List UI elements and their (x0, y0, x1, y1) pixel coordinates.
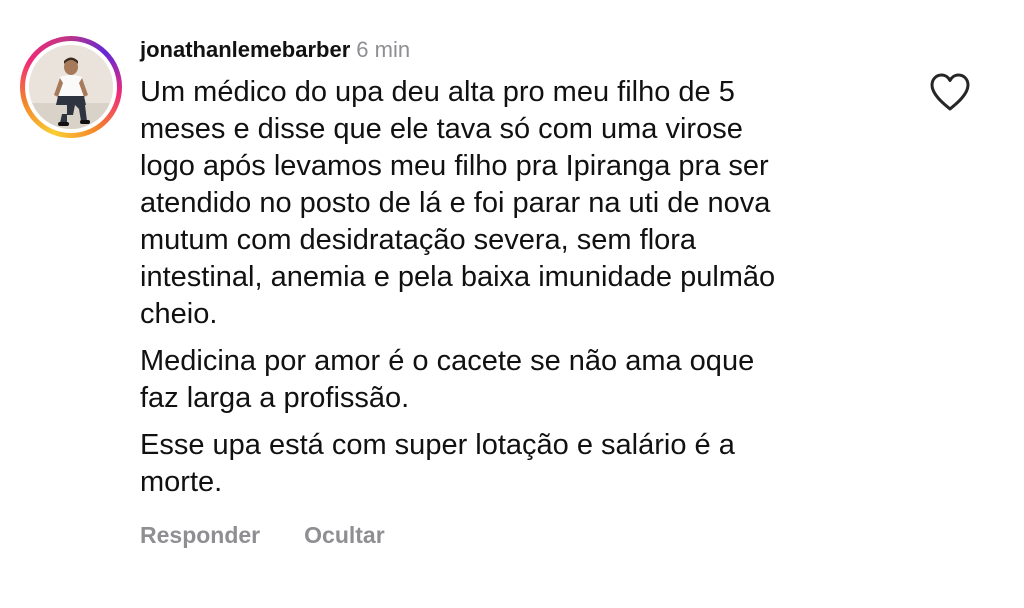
comment-actions: Responder Ocultar (140, 518, 385, 552)
avatar-ring-gap (25, 41, 117, 133)
like-button[interactable] (928, 72, 972, 112)
username-link[interactable]: jonathanlemebarber (140, 37, 350, 62)
comment-body: Um médico do upa deu alta pro meu filho … (140, 74, 900, 511)
comment-paragraph-2: Medicina por amor é o cacete se não ama … (140, 345, 755, 414)
comment-paragraph-3: Esse upa está com super lotação e salári… (140, 429, 735, 498)
reply-button[interactable]: Responder (140, 522, 260, 548)
timestamp: 6 min (356, 37, 411, 62)
comment-item: jonathanlemebarber 6 min Um médico do upa… (0, 0, 1024, 608)
story-ring[interactable] (20, 36, 122, 138)
avatar-photo-icon (29, 45, 113, 129)
comment-header: jonathanlemebarber 6 min (140, 34, 410, 66)
comment-paragraph-1: Um médico do upa deu alta pro meu filho … (140, 76, 776, 330)
avatar[interactable] (29, 45, 113, 129)
hide-button[interactable]: Ocultar (304, 522, 385, 548)
heart-outline-icon (930, 73, 970, 111)
